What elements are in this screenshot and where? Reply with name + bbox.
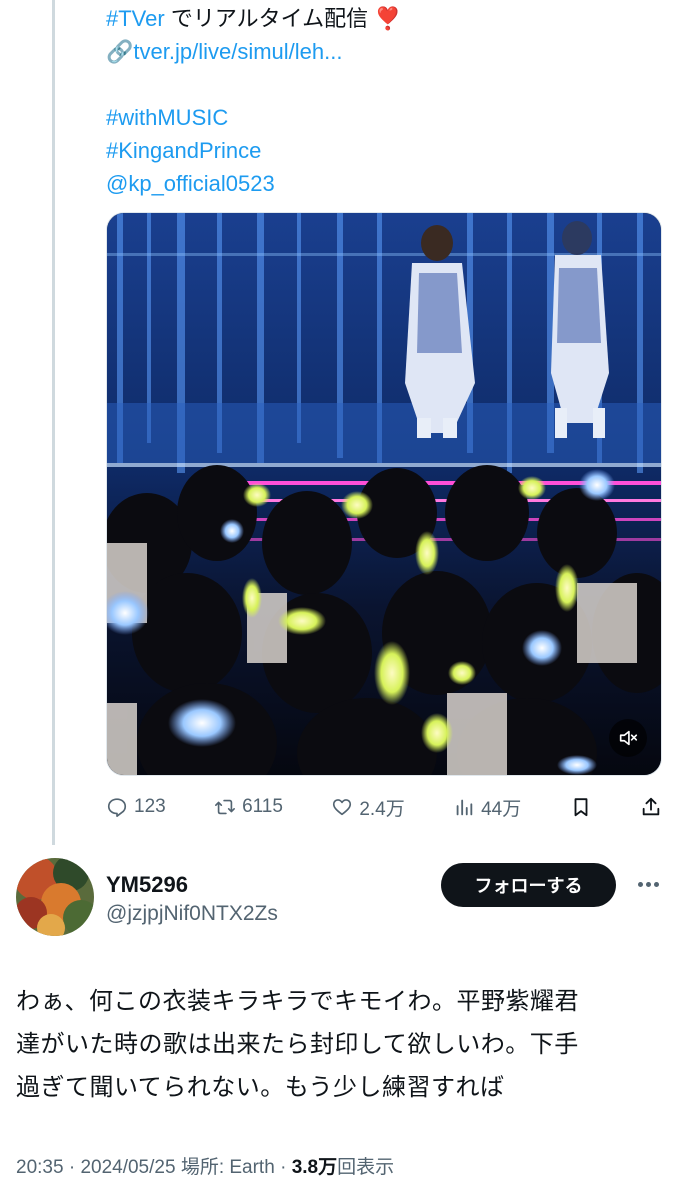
- reply-icon: [107, 798, 127, 817]
- retweet-icon: [215, 799, 236, 815]
- retweet-count: 6115: [242, 796, 283, 817]
- meta-separator: ·: [68, 1157, 81, 1178]
- heart-icon: [333, 799, 352, 816]
- reply-text-line: 過ぎて聞いてられない。もう少し練習すれば: [16, 1074, 505, 1101]
- reply-views-label: 回表示: [337, 1157, 395, 1178]
- views-chart-icon: [456, 799, 473, 816]
- hashtag-withmusic[interactable]: #withMUSIC: [106, 101, 666, 134]
- parent-tweet-text: #TVer でリアルタイム配信 ❣️ 🔗tver.jp/live/simul/l…: [106, 2, 666, 200]
- more-options-icon[interactable]: [633, 872, 663, 896]
- avatar[interactable]: [16, 858, 94, 936]
- share-icon: [642, 797, 660, 816]
- reply-date[interactable]: 2024/05/25: [80, 1157, 175, 1178]
- reply-display-name[interactable]: YM5296: [106, 872, 188, 898]
- reply-location: 場所: Earth: [180, 1157, 275, 1178]
- like-count: 2.4万: [359, 798, 405, 820]
- thread-connector-line: [52, 0, 55, 845]
- reply-views-count: 3.8万: [291, 1157, 338, 1178]
- reply-handle[interactable]: @jzjpjNif0NTX2Zs: [106, 902, 278, 926]
- avatar-autumn-image: [16, 858, 94, 936]
- tver-link[interactable]: tver.jp/live/simul/leh...: [133, 39, 342, 64]
- tweet-video[interactable]: [106, 212, 662, 776]
- video-frame: [107, 213, 661, 775]
- reply-time[interactable]: 20:35: [16, 1157, 64, 1178]
- mute-icon: [619, 730, 638, 746]
- hashtag-kingandprince[interactable]: #KingandPrince: [106, 134, 666, 167]
- reply-text: わぁ、何この衣装キラキラでキモイわ。平野紫耀君 達がいた時の歌は出来たら封印して…: [16, 980, 666, 1109]
- reply-button[interactable]: 123: [106, 796, 166, 818]
- tweet-text-fragment: でリアルタイム配信 ❣️: [164, 6, 402, 31]
- meta-separator: ·: [280, 1157, 292, 1178]
- tweet-action-bar: 123 6115 2.4万 44万: [106, 790, 662, 824]
- like-button[interactable]: 2.4万: [331, 794, 405, 821]
- reply-author-header: YM5296 @jzjpjNif0NTX2Zs フォローする: [16, 858, 666, 940]
- reply-count: 123: [134, 796, 166, 817]
- bookmark-button[interactable]: [570, 796, 592, 818]
- hashtag-tver[interactable]: #TVer: [106, 6, 165, 31]
- link-icon: 🔗: [106, 39, 134, 64]
- views-button[interactable]: 44万: [453, 794, 521, 821]
- mute-button[interactable]: [609, 719, 647, 757]
- views-count: 44万: [481, 798, 522, 820]
- reply-text-line: わぁ、何この衣装キラキラでキモイわ。平野紫耀君: [16, 988, 580, 1015]
- share-button[interactable]: [640, 796, 662, 818]
- bookmark-icon: [574, 798, 588, 817]
- retweet-button[interactable]: 6115: [214, 796, 283, 818]
- text-spacer: [106, 68, 666, 101]
- mention-kp-official[interactable]: @kp_official0523: [106, 167, 666, 200]
- follow-button[interactable]: フォローする: [441, 863, 616, 907]
- reply-text-line: 達がいた時の歌は出来たら封印して欲しいわ。下手: [16, 1031, 579, 1058]
- reply-meta: 20:35 · 2024/05/25 場所: Earth · 3.8万回表示: [16, 1152, 394, 1179]
